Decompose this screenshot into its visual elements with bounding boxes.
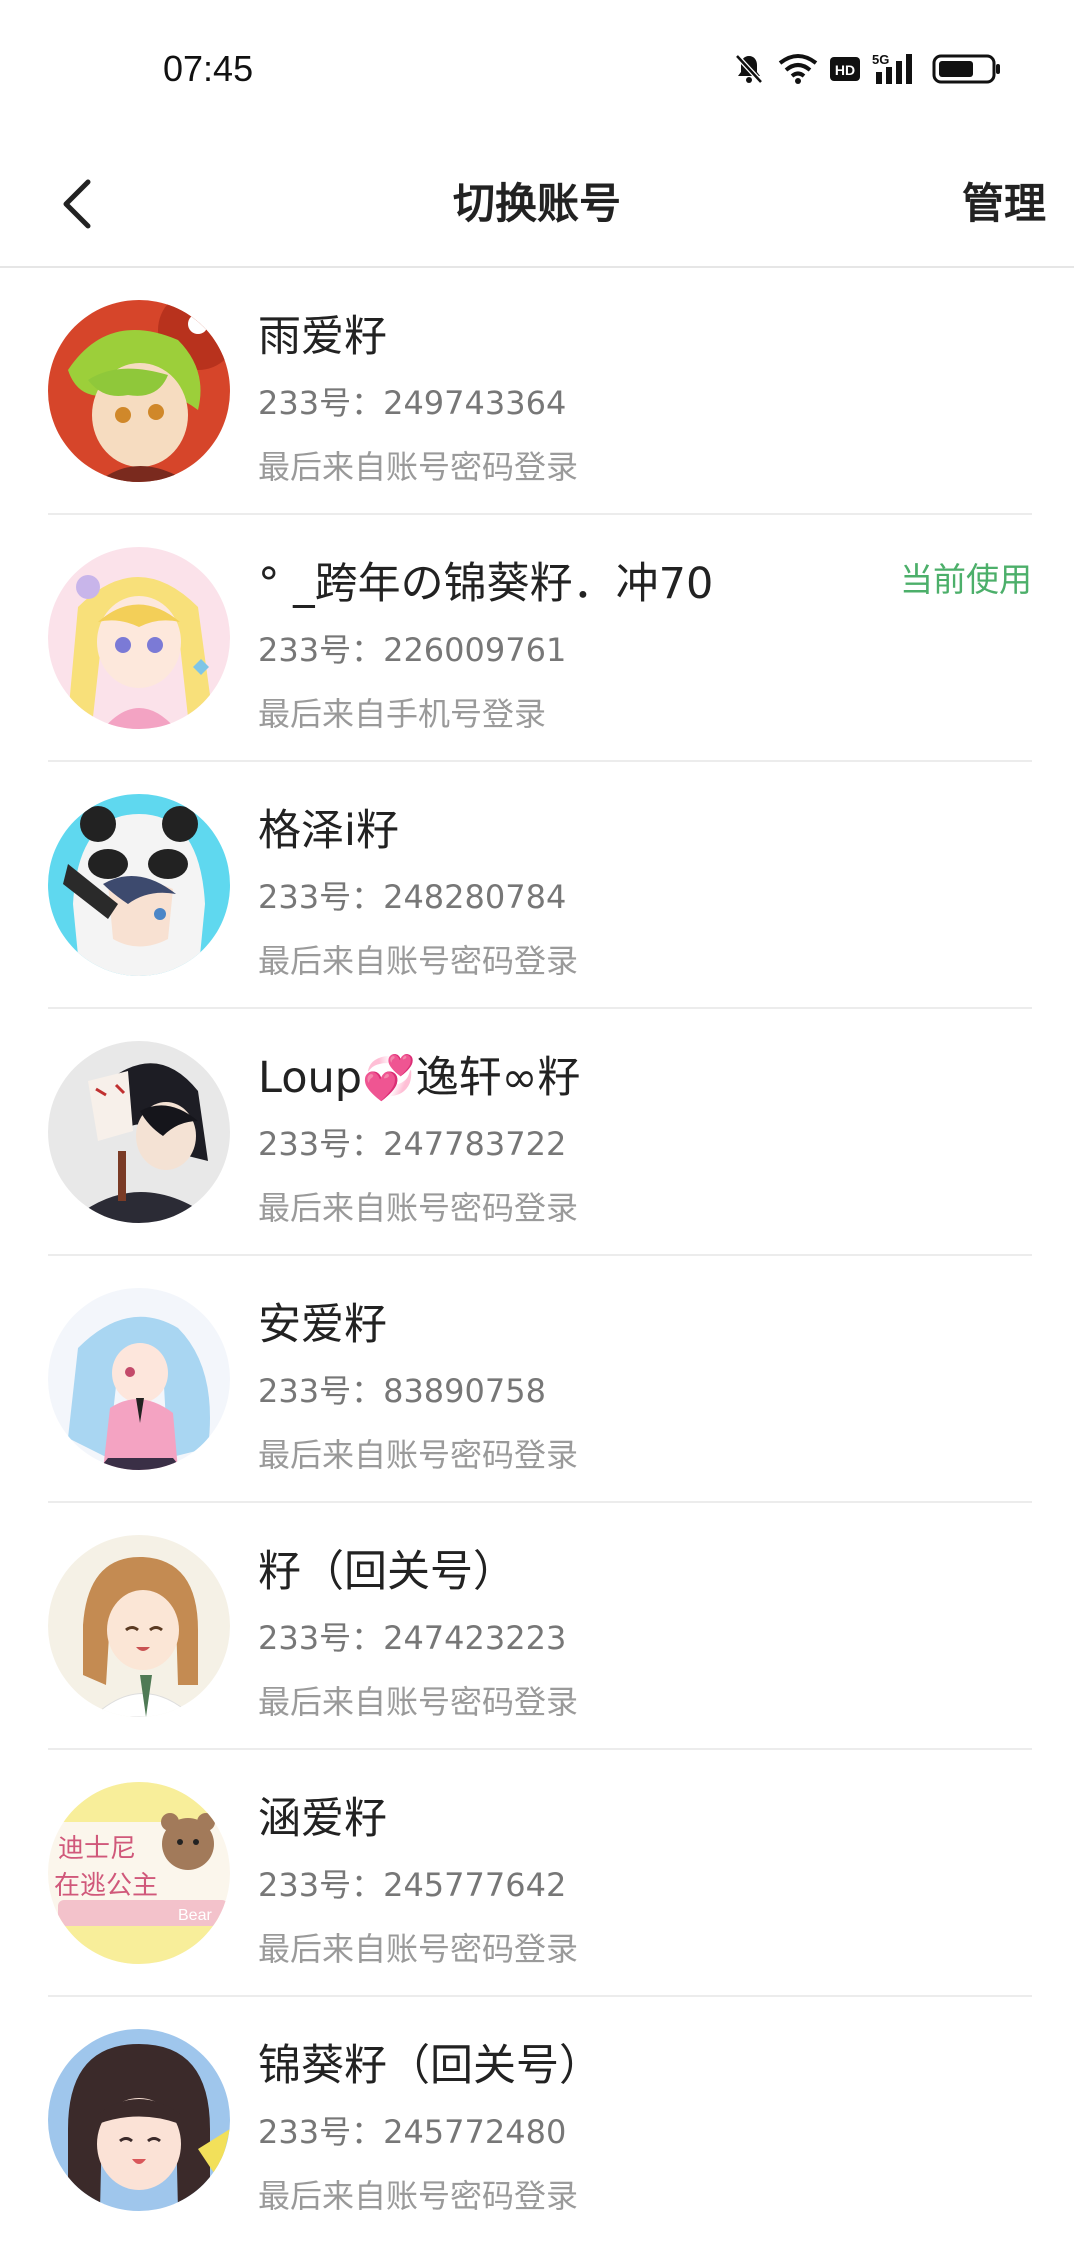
avatar [48, 1535, 230, 1717]
manage-button[interactable]: 管理 [962, 170, 1046, 231]
avatar [48, 1041, 230, 1223]
account-id: 233号：226009761 [258, 631, 567, 669]
status-icons: HD 5G [732, 52, 1002, 86]
avatar: 迪士尼 在逃公主 Bear [48, 1782, 230, 1964]
svg-text:Bear: Bear [178, 1907, 212, 1924]
nav-bar: 切换账号 管理 [0, 140, 1074, 268]
account-list: 雨爱籽 233号：249743364 最后来自账号密码登录 ° _跨年の锦葵籽．… [0, 268, 1074, 2244]
account-name: 格泽i籽 [258, 806, 399, 856]
current-account-badge: 当前使用 [900, 560, 1032, 599]
account-name: ° _跨年の锦葵籽．冲70 [258, 559, 714, 609]
avatar [48, 300, 230, 482]
account-item[interactable]: 籽（回关号） 233号：247423223 最后来自账号密码登录 [0, 1503, 1074, 1750]
account-login-method: 最后来自手机号登录 [258, 695, 547, 733]
account-login-method: 最后来自账号密码登录 [258, 1189, 579, 1227]
account-login-method: 最后来自账号密码登录 [258, 942, 579, 980]
account-name: Loup💞逸轩∞籽 [258, 1053, 581, 1103]
avatar [48, 2029, 230, 2211]
account-name: 锦葵籽（回关号） [258, 2041, 602, 2091]
account-id: 233号：249743364 [258, 384, 567, 422]
account-name: 籽（回关号） [258, 1547, 516, 1597]
bell-muted-icon [732, 52, 766, 86]
account-name: 涵爱籽 [258, 1794, 387, 1844]
account-login-method: 最后来自账号密码登录 [258, 1436, 579, 1474]
account-id: 233号：83890758 [258, 1372, 546, 1410]
svg-text:5G: 5G [872, 52, 889, 67]
status-bar: 07:45 HD 5G [0, 0, 1074, 140]
avatar [48, 794, 230, 976]
account-id: 233号：245777642 [258, 1866, 567, 1904]
account-name: 雨爱籽 [258, 312, 387, 362]
account-item[interactable]: 锦葵籽（回关号） 233号：245772480 最后来自账号密码登录 [0, 1997, 1074, 2244]
avatar [48, 1288, 230, 1470]
svg-text:在逃公主: 在逃公主 [54, 1871, 158, 1901]
account-login-method: 最后来自账号密码登录 [258, 2177, 579, 2215]
hd-icon: HD [830, 55, 860, 83]
account-id: 233号：245772480 [258, 2113, 567, 2151]
5g-signal-icon: 5G [872, 52, 920, 86]
account-id: 233号：247423223 [258, 1619, 567, 1657]
status-time: 07:45 [163, 48, 254, 89]
svg-text:迪士尼: 迪士尼 [58, 1834, 136, 1864]
account-item[interactable]: ° _跨年の锦葵籽．冲70 233号：226009761 最后来自手机号登录 当… [0, 515, 1074, 762]
account-id: 233号：248280784 [258, 878, 567, 916]
page-title: 切换账号 [452, 179, 621, 228]
account-login-method: 最后来自账号密码登录 [258, 1930, 579, 1968]
account-item[interactable]: 迪士尼 在逃公主 Bear 涵爱籽 233号：245777642 最后来自账号密… [0, 1750, 1074, 1997]
svg-text:HD: HD [835, 62, 855, 78]
wifi-icon [778, 53, 818, 85]
account-id: 233号：247783722 [258, 1125, 567, 1163]
account-item[interactable]: Loup💞逸轩∞籽 233号：247783722 最后来自账号密码登录 [0, 1009, 1074, 1256]
account-name: 安爱籽 [258, 1300, 387, 1350]
battery-icon [932, 53, 1002, 85]
account-item[interactable]: 格泽i籽 233号：248280784 最后来自账号密码登录 [0, 762, 1074, 1009]
account-login-method: 最后来自账号密码登录 [258, 448, 579, 486]
account-item[interactable]: 安爱籽 233号：83890758 最后来自账号密码登录 [0, 1256, 1074, 1503]
account-login-method: 最后来自账号密码登录 [258, 1683, 579, 1721]
account-item[interactable]: 雨爱籽 233号：249743364 最后来自账号密码登录 [0, 268, 1074, 515]
avatar [48, 547, 230, 729]
